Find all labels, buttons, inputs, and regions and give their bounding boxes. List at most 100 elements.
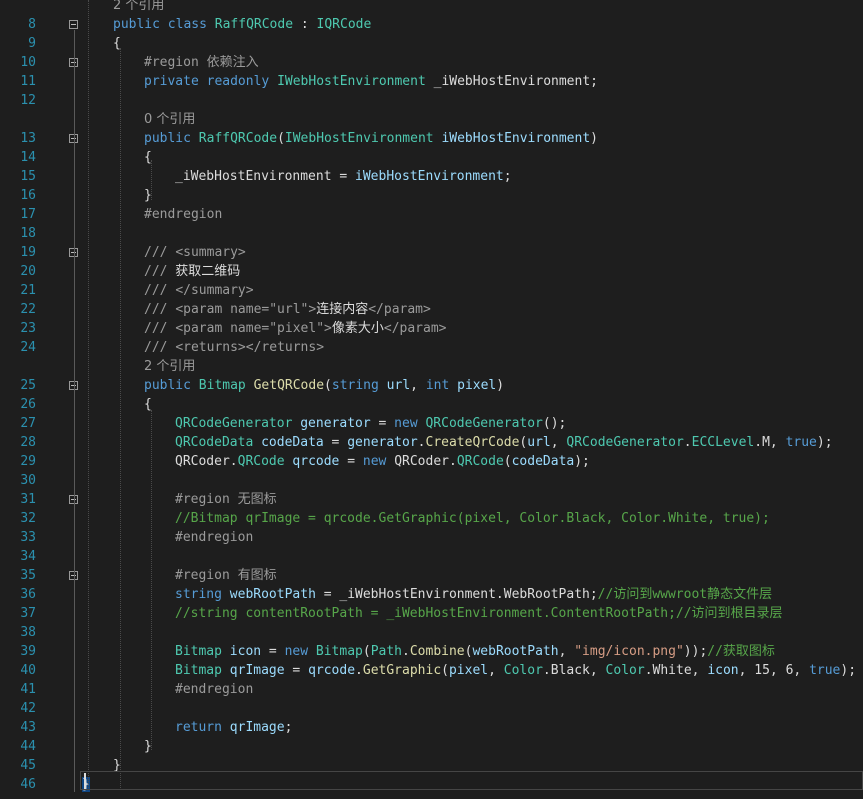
code-text: //Bitmap qrImage = qrcode.GetGraphic(pix…	[175, 511, 770, 526]
line-number: 12	[20, 93, 36, 108]
line-number: 34	[20, 549, 36, 564]
code-text: /// 获取二维码	[144, 264, 241, 279]
code-line: 32 //Bitmap qrImage = qrcode.GetGraphic(p…	[0, 509, 863, 528]
code-text: _iWebHostEnvironment = iWebHostEnvironme…	[175, 169, 512, 184]
line-number: 24	[20, 340, 36, 355]
code-line: 28 QRCodeData codeData = generator.Create…	[0, 433, 863, 452]
code-line: 16}	[0, 186, 863, 205]
code-line: 10 #region 依赖注入	[0, 53, 863, 72]
line-number: 14	[20, 150, 36, 165]
code-text: QRCodeData codeData = generator.CreateQr…	[175, 435, 833, 450]
code-line: 29 QRCoder.QRCode qrcode = new QRCoder.QR…	[0, 452, 863, 471]
code-line: 26{	[0, 395, 863, 414]
code-text: /// <summary>	[144, 245, 246, 260]
code-text: public Bitmap GetQRCode(string url, int …	[144, 378, 505, 393]
code-line: 9{	[0, 34, 863, 53]
collapse-toggle-icon[interactable]	[69, 20, 78, 29]
code-text: //string contentRootPath = _iWebHostEnvi…	[175, 606, 783, 621]
code-text: #region 无图标	[175, 492, 277, 507]
code-line: 34	[0, 547, 863, 566]
code-line: 18	[0, 224, 863, 243]
code-text: /// <param name="pixel">像素大小</param>	[144, 321, 447, 336]
line-number: 18	[20, 226, 36, 241]
line-number: 15	[20, 169, 36, 184]
line-number: 23	[20, 321, 36, 336]
code-text: /// <param name="url">连接内容</param>	[144, 302, 431, 317]
code-line: 44}	[0, 737, 863, 756]
line-number: 36	[20, 587, 36, 602]
indent-guide	[151, 410, 152, 750]
code-text: Bitmap icon = new Bitmap(Path.Combine(we…	[175, 644, 775, 659]
codelens-references[interactable]: 2 个引用	[0, 0, 863, 15]
line-number: 13	[20, 131, 36, 146]
line-number: 29	[20, 454, 36, 469]
line-number: 42	[20, 701, 36, 716]
codelens-references[interactable]: 2 个引用	[0, 357, 863, 376]
code-line: 31 #region 无图标	[0, 490, 863, 509]
code-line: 35 #region 有图标	[0, 566, 863, 585]
code-text: return qrImage;	[175, 720, 293, 735]
code-line: 19 /// <summary>	[0, 243, 863, 262]
line-number: 38	[20, 625, 36, 640]
current-line-highlight	[80, 771, 863, 790]
code-text: #endregion	[175, 682, 254, 697]
line-number: 8	[28, 17, 36, 32]
code-line: 22 /// <param name="url">连接内容</param>	[0, 300, 863, 319]
code-line: 13 public RaffQRCode(IWebHostEnvironment …	[0, 129, 863, 148]
code-line: 37 //string contentRootPath = _iWebHostEn…	[0, 604, 863, 623]
indent-guide	[120, 48, 121, 790]
line-number: 27	[20, 416, 36, 431]
line-number: 16	[20, 188, 36, 203]
code-line: 8 public class RaffQRCode : IQRCode	[0, 15, 863, 34]
line-number: 19	[20, 245, 36, 260]
line-number: 46	[20, 777, 36, 792]
code-line: 14{	[0, 148, 863, 167]
line-number: 45	[20, 758, 36, 773]
line-number: 39	[20, 644, 36, 659]
codelens-label: 0 个引用	[144, 112, 196, 127]
code-line: 39 Bitmap icon = new Bitmap(Path.Combine(…	[0, 642, 863, 661]
code-line: 42	[0, 699, 863, 718]
line-number: 11	[20, 74, 36, 89]
indent-guide	[88, 0, 89, 790]
code-text: #region 依赖注入	[144, 55, 259, 70]
codelens-label: 2 个引用	[144, 359, 196, 374]
code-line: 40 Bitmap qrImage = qrcode.GetGraphic(pix…	[0, 661, 863, 680]
code-text: #endregion	[144, 207, 223, 222]
code-text: #endregion	[175, 530, 254, 545]
code-text: QRCoder.QRCode qrcode = new QRCoder.QRCo…	[175, 454, 590, 469]
code-line: 30	[0, 471, 863, 490]
line-number: 22	[20, 302, 36, 317]
code-text: public RaffQRCode(IWebHostEnvironment iW…	[144, 131, 598, 146]
line-number: 25	[20, 378, 36, 393]
line-number: 10	[20, 55, 36, 70]
line-number: 43	[20, 720, 36, 735]
outline-line	[74, 30, 75, 792]
code-text: Bitmap qrImage = qrcode.GetGraphic(pixel…	[175, 663, 857, 678]
code-text: string webRootPath = _iWebHostEnvironmen…	[175, 587, 773, 602]
code-text: #region 有图标	[175, 568, 277, 583]
code-text: QRCodeGenerator generator = new QRCodeGe…	[175, 416, 567, 431]
code-text: /// </summary>	[144, 283, 254, 298]
line-number: 30	[20, 473, 36, 488]
code-line: 25 public Bitmap GetQRCode(string url, in…	[0, 376, 863, 395]
line-number: 41	[20, 682, 36, 697]
code-editor[interactable]: 2 个引用 8 public class RaffQRCode : IQRCode 9…	[0, 0, 863, 799]
code-line: 17 #endregion	[0, 205, 863, 224]
line-number: 20	[20, 264, 36, 279]
code-text: public class RaffQRCode : IQRCode	[113, 17, 372, 32]
code-line: 11 private readonly IWebHostEnvironment _…	[0, 72, 863, 91]
codelens-references[interactable]: 0 个引用	[0, 110, 863, 129]
line-number: 17	[20, 207, 36, 222]
line-number: 37	[20, 606, 36, 621]
line-number: 28	[20, 435, 36, 450]
line-number: 40	[20, 663, 36, 678]
code-line: 38	[0, 623, 863, 642]
code-line: 20 /// 获取二维码	[0, 262, 863, 281]
code-line: 24 /// <returns></returns>	[0, 338, 863, 357]
code-line: 41 #endregion	[0, 680, 863, 699]
code-text: private readonly IWebHostEnvironment _iW…	[144, 74, 598, 89]
text-caret	[84, 773, 86, 789]
line-number: 9	[28, 36, 36, 51]
code-line: 23 /// <param name="pixel">像素大小</param>	[0, 319, 863, 338]
